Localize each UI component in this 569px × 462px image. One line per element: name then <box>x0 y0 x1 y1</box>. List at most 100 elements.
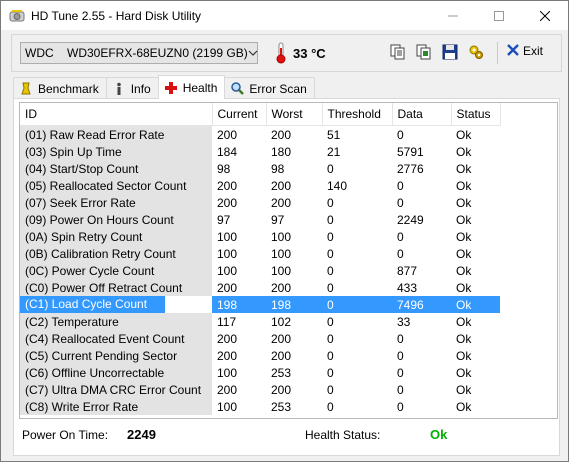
cell-data: 33 <box>397 314 411 329</box>
cell-id: (C4) Reallocated Event Count <box>20 330 212 347</box>
toolbar: WDC WD30EFRX-68EUZN0 (2199 GB) 33 °C Exi… <box>11 34 562 72</box>
tab-strip: Benchmark Info Health Error Scan <box>13 75 315 99</box>
tab-error-scan[interactable]: Error Scan <box>224 77 315 99</box>
column-header-data[interactable]: Data <box>392 103 452 126</box>
table-row[interactable]: (C6) Offline Uncorrectable 100 253 0 0 Ok <box>20 364 500 381</box>
cell-current: 100 <box>217 263 238 278</box>
table-row[interactable]: (05) Reallocated Sector Count 200 200 140 0 O… <box>20 177 500 194</box>
smart-attributes-table[interactable]: ID Current Worst Threshold Data Status (… <box>19 102 558 419</box>
exit-button[interactable]: Exit <box>507 43 543 59</box>
tab-info[interactable]: Info <box>105 77 159 99</box>
power-on-time-label: Power On Time: <box>22 428 109 442</box>
attribute-name: (C4) Reallocated Event Count <box>25 331 185 346</box>
cell-id: (03) Spin Up Time <box>20 143 212 160</box>
tab-health[interactable]: Health <box>157 75 226 99</box>
attribute-name: (C7) Ultra DMA CRC Error Count <box>25 382 202 397</box>
cell-current: 100 <box>217 365 238 380</box>
cell-data: 0 <box>397 127 404 142</box>
table-row[interactable]: (C5) Current Pending Sector 200 200 0 0 Ok <box>20 347 500 364</box>
drive-select[interactable]: WDC WD30EFRX-68EUZN0 (2199 GB) <box>20 42 258 64</box>
cell-threshold: 0 <box>327 263 334 278</box>
cell-status: Ok <box>456 161 472 176</box>
cell-status: Ok <box>456 365 472 380</box>
column-header-threshold[interactable]: Threshold <box>322 103 393 126</box>
tab-label: Info <box>130 81 151 96</box>
exit-icon <box>507 43 519 59</box>
hd-tune-app-icon <box>9 8 25 24</box>
table-row[interactable]: (0C) Power Cycle Count 100 100 0 877 Ok <box>20 262 500 279</box>
cell-status: Ok <box>456 280 472 295</box>
attribute-name: (C5) Current Pending Sector <box>25 348 178 363</box>
table-row[interactable]: (C1) Load Cycle Count 198 198 0 7496 Ok <box>20 296 500 313</box>
cell-id: (09) Power On Hours Count <box>20 211 212 228</box>
column-header-worst[interactable]: Worst <box>266 103 323 126</box>
table-row[interactable]: (C7) Ultra DMA CRC Error Count 200 200 0 0 Ok <box>20 381 500 398</box>
cell-threshold: 21 <box>327 144 341 159</box>
cell-id: (C0) Power Off Retract Count <box>20 279 212 296</box>
cell-worst: 100 <box>271 263 292 278</box>
maximize-button[interactable] <box>476 1 522 30</box>
cell-status: Ok <box>456 348 472 363</box>
attribute-name: (04) Start/Stop Count <box>25 161 139 176</box>
app-window: HD Tune 2.55 - Hard Disk Utility WDC WD3… <box>0 0 569 462</box>
cell-worst: 200 <box>271 331 292 346</box>
column-header-current[interactable]: Current <box>212 103 267 126</box>
cell-id: (C5) Current Pending Sector <box>20 347 212 364</box>
table-row[interactable]: (C2) Temperature 117 102 0 33 Ok <box>20 313 500 330</box>
tab-label: Error Scan <box>249 81 307 96</box>
cell-worst: 200 <box>271 280 292 295</box>
table-row[interactable]: (C0) Power Off Retract Count 200 200 0 433 Ok <box>20 279 500 296</box>
column-header-status[interactable]: Status <box>451 103 501 126</box>
cell-current: 200 <box>217 348 238 363</box>
table-row[interactable]: (09) Power On Hours Count 97 97 0 2249 Ok <box>20 211 500 228</box>
cell-worst: 253 <box>271 365 292 380</box>
close-button[interactable] <box>522 1 568 30</box>
cell-worst: 198 <box>266 296 322 313</box>
options-icon[interactable] <box>467 43 485 61</box>
magnifier-icon <box>230 82 244 96</box>
minimize-button[interactable] <box>430 1 476 30</box>
table-row[interactable]: (07) Seek Error Rate 200 200 0 0 Ok <box>20 194 500 211</box>
cell-status: Ok <box>451 296 500 313</box>
cell-worst: 200 <box>271 127 292 142</box>
cell-status: Ok <box>456 229 472 244</box>
cell-data: 0 <box>397 229 404 244</box>
column-header-id[interactable]: ID <box>20 103 213 126</box>
chevron-down-icon <box>248 48 258 59</box>
cell-data: 0 <box>397 195 404 210</box>
tab-benchmark[interactable]: Benchmark <box>13 77 107 99</box>
table-row[interactable]: (01) Raw Read Error Rate 200 200 51 0 Ok <box>20 125 500 143</box>
cell-id: (01) Raw Read Error Rate <box>20 125 212 143</box>
toolbar-separator <box>497 42 498 64</box>
cell-current: 200 <box>217 382 238 397</box>
cell-worst: 200 <box>271 382 292 397</box>
cell-current: 184 <box>217 144 238 159</box>
save-icon[interactable] <box>441 43 459 61</box>
table-row[interactable]: (03) Spin Up Time 184 180 21 5791 Ok <box>20 143 500 160</box>
cell-current: 100 <box>217 229 238 244</box>
copy-screenshot-icon[interactable] <box>415 43 433 61</box>
cell-threshold: 0 <box>327 331 334 346</box>
stopwatch-icon <box>19 82 33 96</box>
attribute-name: (C8) Write Error Rate <box>25 399 139 414</box>
table-row[interactable]: (0A) Spin Retry Count 100 100 0 0 Ok <box>20 228 500 245</box>
table-row[interactable]: (C8) Write Error Rate 100 253 0 0 Ok <box>20 398 500 415</box>
cell-worst: 98 <box>271 161 285 176</box>
cell-current: 198 <box>212 296 266 313</box>
cell-threshold: 0 <box>327 212 334 227</box>
cell-worst: 200 <box>271 195 292 210</box>
cell-data: 0 <box>397 382 404 397</box>
cell-threshold: 0 <box>327 314 334 329</box>
table-row[interactable]: (C4) Reallocated Event Count 200 200 0 0 Ok <box>20 330 500 347</box>
cell-data: 0 <box>397 348 404 363</box>
table-row[interactable]: (04) Start/Stop Count 98 98 0 2776 Ok <box>20 160 500 177</box>
cell-current: 98 <box>217 161 231 176</box>
attribute-name: (0C) Power Cycle Count <box>25 263 155 278</box>
cell-worst: 102 <box>271 314 292 329</box>
attribute-name: (05) Reallocated Sector Count <box>25 178 187 193</box>
copy-text-icon[interactable] <box>389 43 407 61</box>
table-row[interactable]: (0B) Calibration Retry Count 100 100 0 0 Ok <box>20 245 500 262</box>
cell-id: (0C) Power Cycle Count <box>20 262 212 279</box>
temperature-readout: 33 °C <box>293 46 326 61</box>
cell-id: (04) Start/Stop Count <box>20 160 212 177</box>
